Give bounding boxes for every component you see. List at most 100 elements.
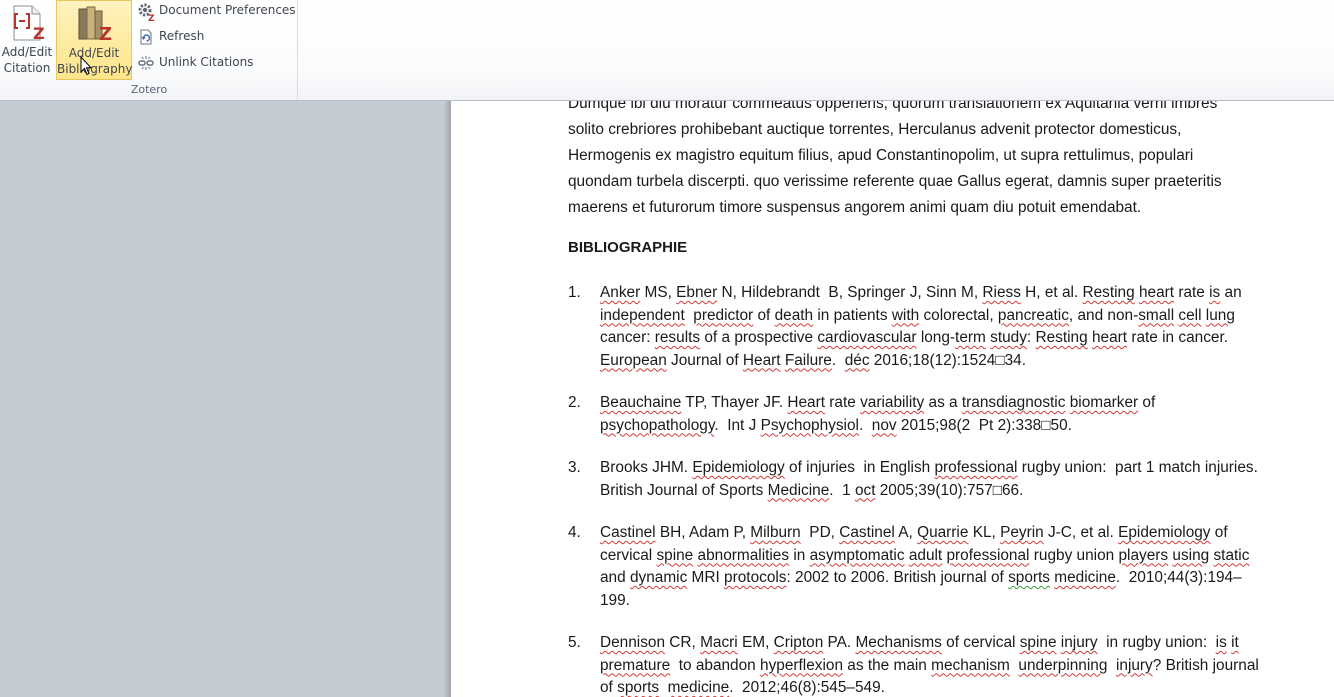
spelling-flagged-word: heart: [1091, 329, 1128, 346]
spelling-flagged-word: Resting: [1035, 329, 1088, 346]
spelling-flagged-word: nov: [871, 416, 897, 434]
spelling-flagged-word: with: [891, 306, 920, 324]
entry-text: MS,: [640, 284, 677, 301]
entry-text: J-C, et al.: [1043, 524, 1119, 541]
spelling-flagged-word: Peyrin: [1000, 524, 1044, 541]
refresh-button[interactable]: Refresh: [137, 26, 297, 48]
spelling-flagged-word: players: [1118, 546, 1169, 564]
entry-text: TP, Thayer JF.: [681, 394, 788, 411]
entry-text: 2005;39(10):757□66.: [875, 481, 1024, 499]
paragraph-line: quondam turbela discerpti. quo verissime…: [568, 173, 1222, 190]
entry-line: cancer: results of a prospective cardiov…: [600, 327, 1318, 350]
entry-text: PD,: [800, 524, 840, 541]
spelling-flagged-word: Anker: [600, 284, 641, 301]
bibliography-entry[interactable]: 4. Castinel BH, Adam P, Milburn PD, Casti…: [568, 522, 1318, 612]
spelling-flagged-word: Quarrie: [917, 524, 969, 541]
spelling-flagged-word: term: [955, 329, 986, 346]
entry-text: and: [600, 569, 630, 586]
entry-text: [1107, 657, 1116, 674]
zotero-ribbon-group: Z Add/Edit Citation Z Add/Edit Bibliogra: [0, 0, 298, 100]
svg-text:Z: Z: [33, 24, 45, 43]
entry-line: Beauchaine TP, Thayer JF. Heart rate var…: [600, 392, 1318, 415]
entry-text: 2016;18(12):1524□34.: [869, 351, 1027, 369]
spelling-flagged-word: underpinning: [1018, 656, 1108, 674]
entry-line: premature to abandon hyperflexion as the…: [600, 655, 1318, 678]
entry-line: of sports medicine. 2012;46(8):545–549.: [600, 677, 1318, 697]
entry-line: independent predictor of death in patien…: [600, 305, 1318, 328]
refresh-label: Refresh: [159, 29, 205, 43]
spelling-flagged-word: cell: [1178, 306, 1202, 324]
spelling-flagged-word: mechanism: [931, 656, 1010, 674]
entry-text: ? British journal: [1152, 656, 1259, 674]
spelling-flagged-word: sports: [617, 679, 660, 696]
spelling-flagged-word: Epidemiology: [1118, 524, 1211, 541]
entry-text: CR,: [665, 634, 701, 651]
spelling-flagged-word: spine: [1019, 634, 1057, 651]
spelling-flagged-word: oct: [854, 481, 876, 499]
entry-text: . 1: [829, 481, 855, 499]
add-edit-bibliography-button[interactable]: Z Add/Edit Bibliography: [56, 0, 132, 80]
bibliography-heading: BIBLIOGRAPHIE: [568, 239, 688, 256]
spelling-flagged-word: death: [774, 306, 814, 324]
entry-text: rate: [1174, 284, 1210, 301]
bibliography-entry[interactable]: 1. Anker MS, Ebner N, Hildebrandt B, Spri…: [568, 282, 1318, 372]
entry-text: in patients: [813, 306, 892, 324]
entry-text: PA.: [823, 634, 856, 651]
entry-text: rugby union: [1029, 546, 1119, 564]
document-preferences-button[interactable]: Z Document Preferences: [137, 0, 297, 24]
entry-text: Brooks JHM.: [600, 459, 693, 476]
entry-number: 3.: [568, 459, 581, 476]
entry-text: long-: [916, 329, 956, 346]
spelling-flagged-word: injury: [1060, 634, 1098, 651]
spelling-flagged-word: predictor: [693, 306, 754, 324]
body-paragraph[interactable]: Dumque ibi diu moratur commeatus opperie…: [568, 101, 1298, 221]
spelling-flagged-word: small: [1138, 306, 1175, 324]
spelling-flagged-word: premature: [600, 656, 671, 674]
entry-text: Journal of: [666, 351, 743, 369]
entry-text: EM,: [737, 634, 774, 651]
spelling-flagged-word: Heart: [787, 394, 826, 411]
add-edit-bibliography-label-1: Add/Edit: [68, 46, 120, 60]
bibliography-entry[interactable]: 5. Dennison CR, Macri EM, Cripton PA. Mec…: [568, 632, 1318, 697]
add-edit-bibliography-label-2: Bibliography: [57, 62, 133, 76]
entry-text: : 2002 to 2006. British journal of: [786, 569, 1009, 586]
broken-link-icon: [137, 54, 155, 72]
entry-text: of injuries in English: [784, 459, 935, 476]
spelling-flagged-word: Cripton: [773, 634, 824, 651]
entry-number: 1.: [568, 284, 581, 301]
add-edit-citation-label-2: Citation: [3, 61, 51, 75]
spelling-flagged-word: professional: [934, 459, 1018, 476]
spelling-flagged-word: independent: [600, 306, 685, 324]
document-page[interactable]: Dumque ibi diu moratur commeatus opperie…: [451, 101, 1334, 697]
spelling-flagged-word: medicine: [667, 679, 730, 696]
spelling-flagged-word: Ebner: [676, 284, 718, 301]
spelling-flagged-word: variability: [860, 394, 925, 411]
spelling-flagged-word: using: [1172, 546, 1210, 564]
refresh-document-icon: [137, 28, 155, 46]
entry-text: colorectal,: [919, 306, 998, 324]
entry-text: .: [858, 416, 872, 434]
ribbon-group-label: Zotero: [130, 83, 168, 96]
entry-text: of: [600, 679, 618, 696]
spelling-flagged-word: Epidemiology: [692, 459, 785, 476]
entry-line: 199.: [600, 590, 1318, 613]
bibliography-entry[interactable]: 2. Beauchaine TP, Thayer JF. Heart rate v…: [568, 392, 1318, 437]
entry-text: of: [1210, 524, 1228, 541]
spelling-flagged-word: Beauchaine: [600, 394, 682, 411]
books-z-icon: Z: [73, 3, 115, 49]
paragraph-line: maerens et futurorum timore suspensus an…: [568, 199, 1142, 216]
entry-text: an: [1220, 284, 1242, 301]
add-edit-citation-button[interactable]: Z Add/Edit Citation: [0, 0, 54, 80]
spelling-flagged-word: biomarker: [1069, 394, 1139, 411]
unlink-citations-button[interactable]: Unlink Citations: [137, 52, 297, 74]
entry-number: 5.: [568, 634, 581, 651]
grammar-flagged-word: sports: [1008, 569, 1051, 586]
spelling-flagged-word: Milburn: [750, 524, 801, 541]
entry-text: of a prospective: [700, 329, 818, 346]
spelling-flagged-word: pancreatic: [997, 306, 1069, 324]
spelling-flagged-word: heart: [1138, 284, 1175, 301]
spelling-flagged-word: Castinel: [839, 524, 895, 541]
entry-line: Dennison CR, Macri EM, Cripton PA. Mecha…: [600, 632, 1318, 655]
entry-text: rugby union: part 1 match injuries.: [1017, 459, 1258, 476]
bibliography-entry[interactable]: 3. Brooks JHM. Epidemiology of injuries i…: [568, 457, 1318, 502]
